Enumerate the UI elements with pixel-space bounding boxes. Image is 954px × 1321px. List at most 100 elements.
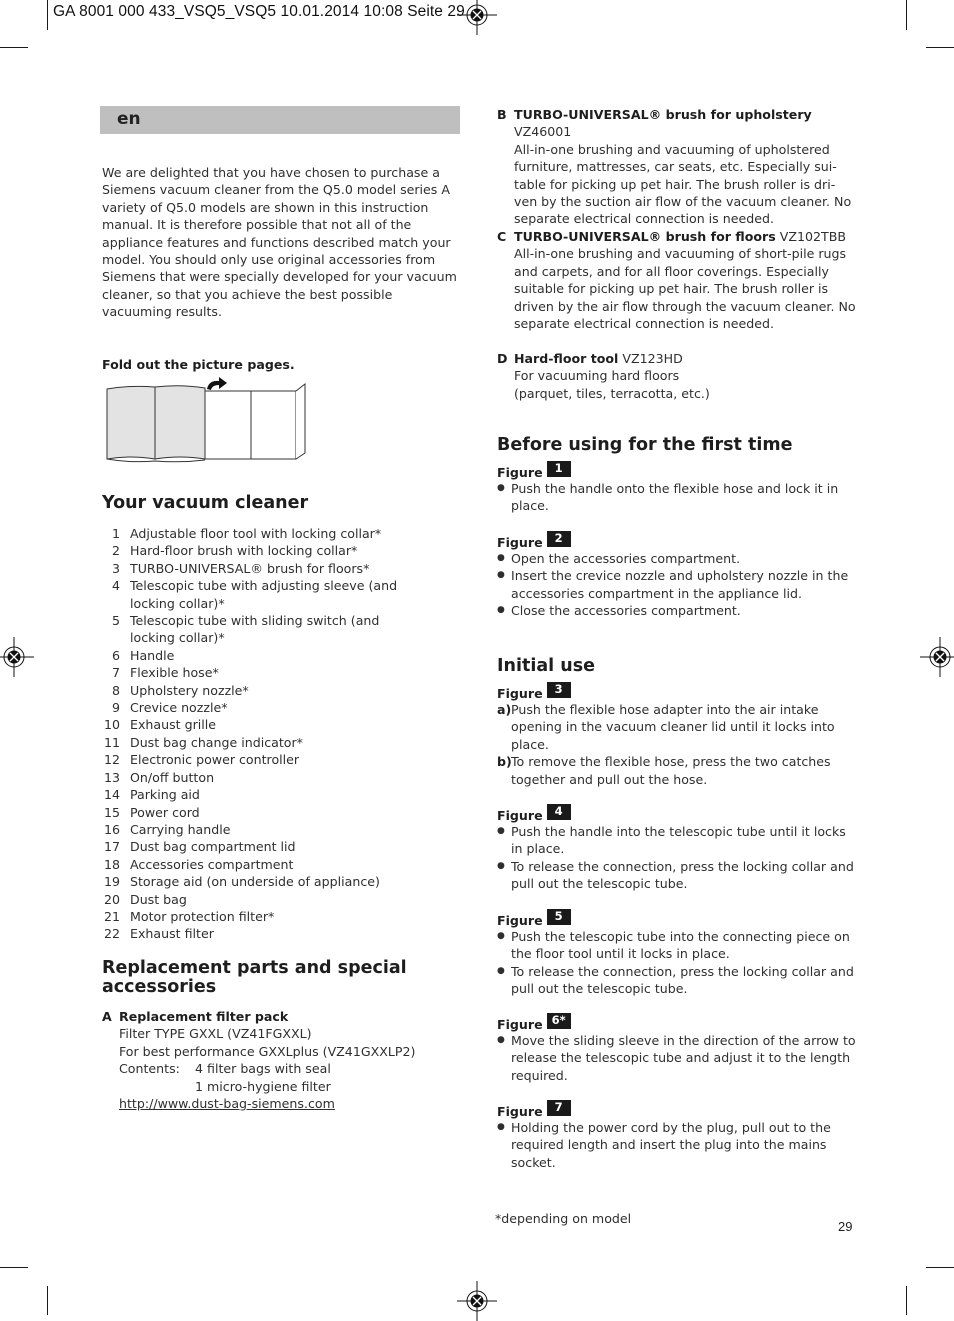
part-list-item: 14 Parking aid [100,786,420,803]
accessory-title: Replacement filter pack [119,1009,289,1024]
figure-number-badge: 3 [546,682,571,698]
fold-out-note: Fold out the picture pages. [102,357,295,372]
figure-2-block: Figure2 Open the accessories compartment… [497,531,857,620]
part-number: 15 [103,804,120,820]
part-list-item: 3 TURBO-UNIVERSAL® brush for floors* [100,560,420,577]
accessory-b: B TURBO-UNIVERSAL® brush for upholstery V… [497,106,857,228]
figure-label: Figure [497,808,543,823]
crop-mark [906,1286,907,1315]
contents-label: Contents: [119,1061,180,1077]
instruction-item: Push the telescopic tube into the connec… [497,928,857,963]
part-number: 17 [103,839,120,855]
contents-item: 4 filter bags with seal [195,1061,331,1077]
part-list-item: 7 Flexible hose* [100,664,420,681]
dust-bag-website-link[interactable]: http://www.dust-bag-siemens.com [119,1096,335,1111]
part-list-item: 16 Carrying handle [100,821,420,838]
accessory-letter: D [497,351,508,366]
part-number: 12 [103,752,120,768]
part-name: Dust bag [130,891,187,907]
accessory-title: Hard-floor tool [514,351,619,366]
part-name: Carrying handle [130,821,231,837]
instruction-item: Move the sliding sleeve in the direction… [497,1032,857,1084]
figure-3-block: Figure 3 a) Push the flexible hose adapter… [497,682,857,788]
accessory-letter: C [497,229,507,244]
accessory-code: VZ46001 [514,124,572,140]
figure-label: Figure [497,1017,543,1032]
part-number: 4 [111,578,120,594]
instruction-list: Open the accessories compartment.Insert … [497,550,857,620]
part-list-item: 17 Dust bag compartment lid [100,838,420,855]
part-name: Crevice nozzle* [130,700,228,716]
figure-label: Figure [497,535,543,550]
step-list: a) Push the flexible hose adapter into th… [497,701,857,788]
step-item: b) To remove the flexible hose, press the… [497,753,857,788]
part-list-item: 2 Hard-floor brush with locking collar* [100,542,420,559]
instruction-list: Push the handle into the telescopic tube… [497,823,857,893]
part-list-item: 9 Crevice nozzle* [100,699,420,716]
instruction-list: Holding the power cord by the plug, pull… [497,1119,857,1171]
registration-mark-icon [0,637,34,677]
part-list-item: 8 Upholstery nozzle* [100,682,420,699]
part-number: 22 [103,926,120,942]
figure-6-block: Figure6* Move the sliding sleeve in the … [497,1013,857,1084]
crop-mark [47,0,48,30]
part-name: Handle [130,647,175,663]
part-name: Accessories compartment [130,856,294,872]
part-list-item: 4 Telescopic tube with adjusting sleeve (… [100,577,420,612]
accessory-line: (parquet, tiles, terracotta, etc.) [514,385,710,401]
part-number: 13 [103,769,120,785]
figure-1-block: Figure1 Push the handle onto the flexibl… [497,461,857,515]
part-number: 6 [111,647,120,663]
instruction-list: Push the handle onto the flexible hose a… [497,480,857,515]
instruction-list: Push the telescopic tube into the connec… [497,928,857,998]
instruction-item: Push the handle into the telescopic tube… [497,823,857,858]
crop-mark [906,0,907,30]
figure-number-badge: 2 [546,531,571,547]
part-name: Electronic power controller [130,752,300,768]
instruction-item: Insert the crevice nozzle and upholstery… [497,567,857,602]
part-number: 10 [103,717,120,733]
part-name: Hard-floor brush with locking collar* [130,543,358,559]
figure-number-badge: 5 [546,909,571,925]
accessory-letter: B [497,107,507,122]
accessory-line: For vacuuming hard floors [514,368,680,384]
accessory-letter: A [102,1009,112,1024]
part-name: Power cord [130,804,200,820]
part-list-item: 15 Power cord [100,804,420,821]
part-list-item: 6 Handle [100,647,420,664]
accessory-line: Filter TYPE GXXL (VZ41FGXXL) [119,1026,312,1042]
accessory-c: C TURBO-UNIVERSAL® brush for floors VZ102… [497,228,857,332]
instruction-item: To release the connection, press the loc… [497,858,857,893]
part-name: Dust bag compartment lid [130,839,296,855]
accessory-description: All-in-one brushing and vacuuming of uph… [514,141,852,227]
accessory-line: For best performance GXXLplus (VZ41GXXLP… [119,1043,416,1059]
part-number: 1 [111,526,120,541]
part-number: 18 [103,856,120,872]
part-list-item: 10 Exhaust grille [100,716,420,733]
crop-mark [0,1267,28,1268]
part-number: 2 [111,543,120,559]
figure-label: Figure [497,686,543,701]
part-name: Telescopic tube with sliding switch (and… [130,613,380,646]
accessory-code: VZ123HD [622,351,683,366]
accessory-a: A Replacement filter pack Filter TYPE GXX… [102,1008,442,1112]
crop-mark [0,47,28,48]
figure-4-block: Figure4 Push the handle into the telesco… [497,804,857,893]
intro-paragraph: We are delighted that you have chosen to… [102,165,457,320]
registration-mark-icon [920,637,954,677]
part-list-item: 1 Adjustable floor tool with locking coll… [100,525,420,542]
part-name: Parking aid [130,787,200,803]
crop-mark [926,47,954,48]
crop-mark [47,1286,48,1315]
accessory-description: All-in-one brushing and vacuuming of sho… [514,246,856,332]
part-name: Flexible hose* [130,665,219,681]
step-marker: a) [497,702,512,717]
parts-list: 1 Adjustable floor tool with locking coll… [100,525,420,943]
figure-label: Figure [497,913,543,928]
part-name: Exhaust grille [130,717,217,733]
figure-number-badge: 4 [546,804,571,820]
part-number: 9 [111,700,120,716]
figure-5-block: Figure5 Push the telescopic tube into th… [497,909,857,998]
instruction-item: Close the accessories compartment. [497,602,857,620]
part-list-item: 5 Telescopic tube with sliding switch (an… [100,612,420,647]
